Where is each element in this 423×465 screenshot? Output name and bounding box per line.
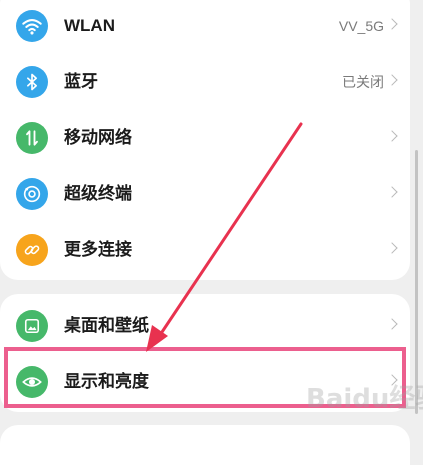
settings-item-wlan[interactable]: WLAN VV_5G [0, 0, 410, 56]
chevron-right-icon [386, 186, 398, 198]
chevron-right-icon [386, 374, 398, 386]
chevron-right-icon [386, 318, 398, 330]
wifi-icon [16, 10, 48, 42]
settings-item-label: 显示和亮度 [64, 372, 149, 391]
chevron-right-icon [386, 242, 398, 254]
settings-item-more-connections[interactable]: 更多连接 [0, 224, 410, 280]
chevron-right-icon [386, 130, 398, 142]
settings-item-label: WLAN [64, 16, 115, 35]
chevron-right-icon [386, 74, 398, 86]
settings-item-label: 更多连接 [64, 240, 132, 259]
settings-item-display-brightness[interactable]: 显示和亮度 [0, 356, 410, 412]
settings-item-bluetooth[interactable]: 蓝牙 已关闭 [0, 56, 410, 112]
scrollbar[interactable] [415, 150, 418, 414]
link-icon [16, 234, 48, 266]
display-settings-card: 桌面和壁纸 显示和亮度 [0, 294, 410, 412]
settings-item-label: 蓝牙 [64, 72, 98, 91]
bluetooth-status: 已关闭 [342, 74, 384, 90]
settings-item-label: 移动网络 [64, 128, 132, 147]
settings-item-wallpaper[interactable]: 桌面和壁纸 [0, 300, 410, 356]
settings-item-label: 超级终端 [64, 184, 132, 203]
next-settings-card [0, 425, 410, 465]
wallpaper-icon [16, 310, 48, 342]
super-device-icon [16, 178, 48, 210]
settings-item-label: 桌面和壁纸 [64, 316, 149, 335]
network-settings-card: WLAN VV_5G 蓝牙 已关闭 移动网络 超级终端 更多连接 [0, 0, 410, 280]
eye-icon [16, 366, 48, 398]
chevron-right-icon [386, 18, 398, 30]
mobile-network-icon [16, 122, 48, 154]
bluetooth-icon [16, 66, 48, 98]
wifi-network-name: VV_5G [338, 18, 384, 34]
settings-item-mobile-network[interactable]: 移动网络 [0, 112, 410, 168]
settings-item-super-device[interactable]: 超级终端 [0, 168, 410, 224]
